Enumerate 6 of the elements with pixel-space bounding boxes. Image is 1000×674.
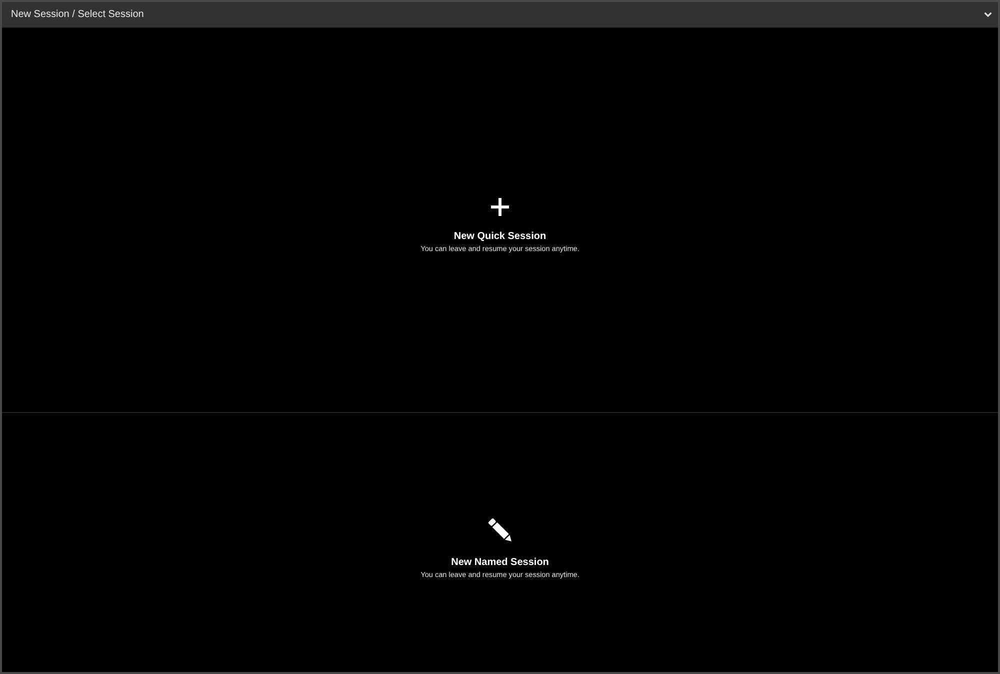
option-title: New Quick Session	[454, 230, 546, 243]
pencil-icon	[488, 518, 512, 542]
session-select-dropdown[interactable]: New Session / Select Session	[2, 2, 998, 28]
plus-icon	[491, 198, 509, 216]
chevron-down-icon	[984, 12, 992, 17]
option-title: New Named Session	[451, 556, 549, 568]
